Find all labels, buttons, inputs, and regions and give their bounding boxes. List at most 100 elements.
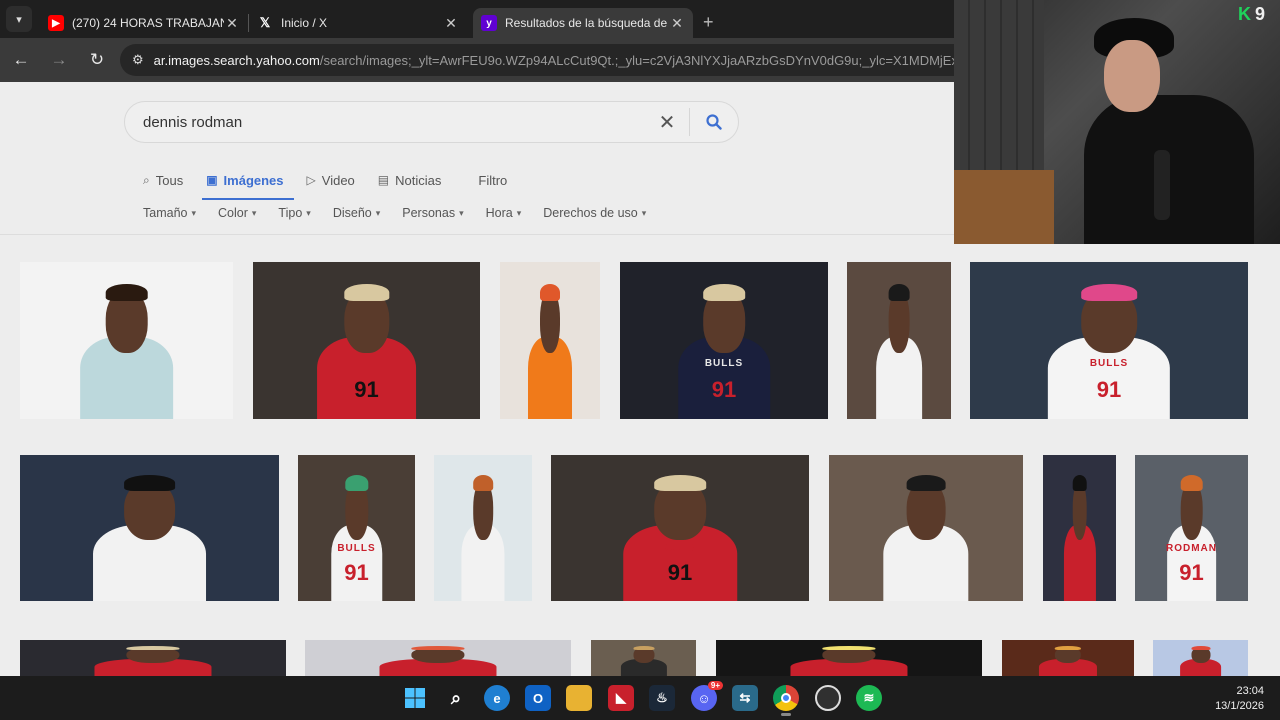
jersey-text: BULLS [1089, 357, 1129, 369]
chevron-down-icon: ▾ [641, 207, 647, 218]
chrome-icon[interactable] [773, 685, 799, 716]
hair-shape [123, 475, 176, 492]
windows-taskbar: ⌕ e O ◣ ♨ ☺ 9+ ⇆ ≋ 23:04 13/1/2026 [0, 676, 1280, 720]
obs-icon[interactable] [815, 685, 841, 711]
viewer-count: 9 [1255, 4, 1266, 24]
result-image[interactable] [716, 640, 982, 676]
browser-tab-strip: ▾ ▶ (270) 24 HORAS TRABAJANDO ✕ 𝕏 Inicio… [0, 0, 954, 38]
hair-shape [1072, 475, 1087, 492]
result-image[interactable] [305, 640, 571, 676]
result-image[interactable] [1002, 640, 1134, 676]
filter-label: Tipo [278, 206, 303, 220]
play-icon: ▷ [306, 173, 316, 187]
close-icon[interactable]: ✕ [224, 15, 240, 32]
result-image[interactable] [591, 640, 696, 676]
result-image[interactable]: RODMAN 91 [1135, 455, 1248, 601]
spotify-icon[interactable]: ≋ [856, 685, 882, 711]
microphone [1154, 150, 1170, 220]
chevron-down-icon: ▾ [191, 207, 197, 218]
result-image[interactable] [847, 262, 951, 419]
tab-label: Filtro [478, 172, 508, 188]
filter-size[interactable]: Tamaño ▾ [143, 206, 196, 220]
result-image[interactable] [434, 455, 532, 601]
filter-layout[interactable]: Diseño ▾ [333, 206, 380, 220]
chevron-down-icon: ▾ [306, 207, 311, 218]
tab-filter[interactable]: Filtro [478, 166, 507, 194]
filter-type[interactable]: Tipo ▾ [278, 206, 310, 220]
filter-time[interactable]: Hora ▾ [486, 206, 522, 220]
forward-button[interactable]: → [42, 43, 76, 77]
jersey-text: BULLS [337, 543, 376, 555]
active-indicator [781, 713, 791, 716]
browser-tab-yahoo[interactable]: y Resultados de la búsqueda de ✕ [473, 8, 693, 38]
filter-label: Tamaño [143, 206, 188, 220]
result-image[interactable]: BULLS 91 [551, 455, 809, 601]
search-input[interactable]: dennis rodman [143, 114, 655, 131]
result-image[interactable]: 91 [253, 262, 480, 419]
news-icon: ▤ [377, 173, 390, 187]
close-icon[interactable]: ✕ [669, 15, 685, 32]
result-image[interactable] [1043, 455, 1116, 601]
reload-button[interactable]: ↻ [80, 43, 114, 77]
search-button[interactable] [690, 102, 738, 142]
hair-shape [822, 645, 876, 650]
close-icon[interactable]: ✕ [443, 15, 459, 32]
hair-shape [1180, 475, 1203, 492]
result-image[interactable] [20, 262, 233, 419]
clear-icon[interactable]: ✕ [655, 110, 679, 135]
chevron-down-icon: ▾ [251, 207, 257, 218]
windows-start-icon[interactable] [402, 685, 428, 711]
reload-icon: ↻ [89, 50, 105, 69]
result-image[interactable]: BULLS 91 [298, 455, 415, 601]
filter-label: Color [218, 206, 248, 220]
jersey-number: 91 [344, 560, 369, 586]
search-icon [706, 114, 722, 130]
result-image[interactable]: BULLS 91 [970, 262, 1248, 419]
jersey-number: 91 [711, 377, 737, 403]
arrow-left-icon: ← [12, 50, 30, 69]
back-button[interactable]: ← [4, 43, 38, 77]
result-image[interactable] [20, 455, 279, 601]
url-host: ar.images.search.yahoo.com [153, 52, 320, 68]
filter-people[interactable]: Personas ▾ [402, 206, 463, 220]
tab-images[interactable]: ▣ Imágenes [202, 166, 294, 200]
chevron-down-icon: ▾ [516, 207, 522, 218]
file-explorer-icon[interactable] [566, 685, 592, 711]
result-image[interactable] [500, 262, 600, 419]
system-clock[interactable]: 23:04 13/1/2026 [1215, 684, 1264, 714]
youtube-icon: ▶ [48, 15, 64, 31]
search-box[interactable]: dennis rodman ✕ [124, 101, 739, 143]
jersey-number: 91 [1179, 560, 1204, 586]
plus-icon: + [703, 11, 714, 32]
image-icon: ▣ [206, 173, 218, 187]
hair-shape [1054, 645, 1082, 650]
result-image[interactable]: BULLS 91 [620, 262, 828, 419]
result-image[interactable] [1153, 640, 1248, 676]
address-bar[interactable]: ⚙ ar.images.search.yahoo.com /search/ima… [120, 44, 954, 76]
outlook-icon[interactable]: O [525, 685, 551, 711]
sharing-icon[interactable]: ⇆ [732, 685, 758, 711]
tab-all[interactable]: ⌕ Tous [143, 166, 183, 194]
hair-shape [906, 475, 946, 492]
new-tab-button[interactable]: + [703, 12, 714, 33]
jersey-text: BULLS [660, 543, 700, 555]
tab-search-button[interactable]: ▾ [6, 6, 32, 32]
filter-label: Derechos de uso [543, 206, 638, 220]
filter-color[interactable]: Color ▾ [218, 206, 256, 220]
browser-tab-youtube[interactable]: ▶ (270) 24 HORAS TRABAJANDO ✕ [40, 8, 248, 38]
hair-shape [105, 283, 148, 302]
browser-tab-x[interactable]: 𝕏 Inicio / X ✕ [249, 8, 467, 38]
arrow-right-icon: → [50, 50, 68, 69]
filter-license[interactable]: Derechos de uso ▾ [543, 206, 646, 220]
result-image[interactable] [829, 455, 1023, 601]
search-icon[interactable]: ⌕ [443, 685, 469, 711]
edge-icon[interactable]: e [484, 685, 510, 711]
tab-news[interactable]: ▤ Noticias [378, 166, 442, 194]
amd-icon[interactable]: ◣ [608, 685, 634, 711]
site-settings-icon[interactable]: ⚙ [132, 52, 144, 68]
steam-icon[interactable]: ♨ [649, 685, 675, 711]
jersey-number: 91 [1096, 377, 1122, 403]
tab-video[interactable]: ▷ Video [307, 166, 355, 194]
result-image[interactable] [20, 640, 286, 676]
discord-icon[interactable]: ☺ 9+ [691, 681, 723, 711]
